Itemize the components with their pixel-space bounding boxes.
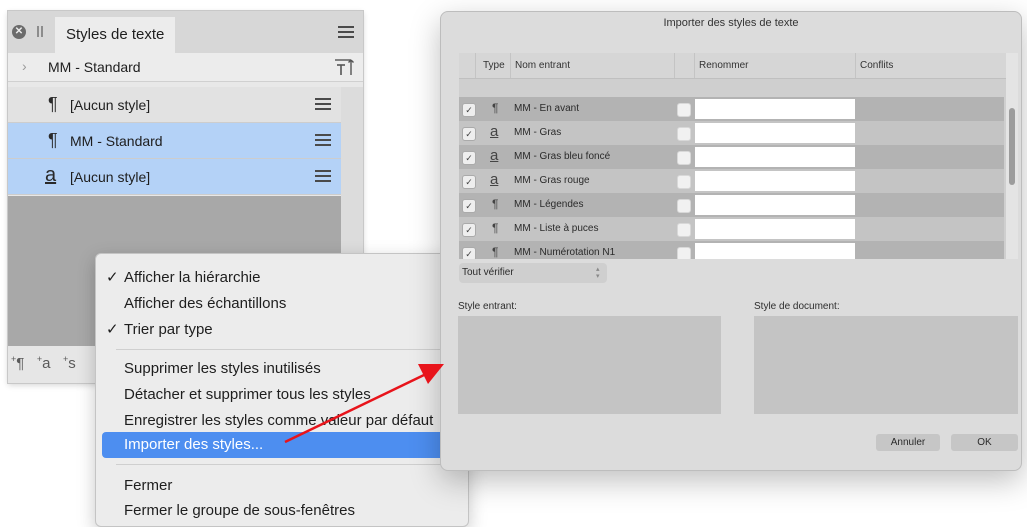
table-header: Type Nom entrant Renommer Conflits [459, 53, 1018, 79]
incoming-name: MM - Gras bleu foncé [514, 151, 611, 162]
menu-item-import-styles[interactable]: Importer des styles... [102, 432, 464, 458]
row-menu-icon[interactable] [315, 98, 331, 111]
menu-item-sort-by-type[interactable]: ✓ Trier par type [102, 317, 464, 343]
rename-checkbox[interactable] [677, 247, 691, 259]
incoming-name: MM - Numérotation N1 [514, 247, 616, 258]
incoming-style-label: Style entrant: [458, 301, 517, 312]
style-name: [Aucun style] [70, 169, 151, 185]
incoming-name: MM - Liste à puces [514, 223, 599, 234]
add-paragraph-style-icon[interactable]: +¶ [11, 354, 24, 372]
rename-checkbox[interactable] [677, 127, 691, 141]
select-checkbox[interactable]: ✓ [462, 223, 476, 237]
character-style-icon: a [45, 164, 57, 186]
column-type[interactable]: Type [483, 60, 505, 71]
list-item[interactable]: ¶ [Aucun style] [8, 87, 341, 123]
menu-item-delete-unused[interactable]: Supprimer les styles inutilisés [102, 356, 464, 382]
row-menu-icon[interactable] [315, 134, 331, 147]
table-row[interactable]: ✓ ¶ MM - Légendes [459, 193, 1004, 217]
panel-header: ✕ Styles de texte [8, 11, 363, 53]
select-checkbox[interactable]: ✓ [462, 247, 476, 259]
ok-button[interactable]: OK [951, 434, 1018, 451]
table-scrollbar[interactable] [1006, 53, 1018, 259]
scrollbar-thumb[interactable] [1009, 108, 1015, 185]
add-group-style-icon[interactable]: +s [63, 354, 76, 372]
rename-field[interactable] [695, 195, 855, 215]
rename-checkbox[interactable] [677, 223, 691, 237]
character-style-icon: a [490, 147, 499, 164]
import-styles-dialog: Importer des styles de texte Type Nom en… [440, 11, 1022, 471]
menu-divider [116, 464, 464, 465]
table-row[interactable]: ✓ ¶ MM - Numérotation N1 [459, 241, 1004, 259]
column-conflicts[interactable]: Conflits [860, 60, 893, 71]
stepper-icon: ▴ ▾ [596, 266, 600, 280]
paragraph-icon: ¶ [48, 94, 58, 114]
rename-checkbox[interactable] [677, 199, 691, 213]
rename-field[interactable] [695, 171, 855, 191]
select-checkbox[interactable]: ✓ [462, 127, 476, 141]
rename-checkbox[interactable] [677, 103, 691, 117]
text-style-icon[interactable] [331, 56, 355, 78]
rename-checkbox[interactable] [677, 175, 691, 189]
chevron-right-icon[interactable]: › [22, 58, 27, 74]
character-style-icon: a [490, 171, 499, 188]
menu-item-close[interactable]: Fermer [102, 473, 464, 499]
dialog-title: Importer des styles de texte [663, 17, 799, 29]
document-style-label: Style de document: [754, 301, 840, 312]
table-row[interactable]: ✓ a MM - Gras [459, 121, 1004, 145]
column-incoming-name[interactable]: Nom entrant [515, 60, 570, 71]
rename-field[interactable] [695, 147, 855, 167]
select-checkbox[interactable]: ✓ [462, 103, 476, 117]
column-rename[interactable]: Renommer [699, 60, 748, 71]
paragraph-icon: ¶ [492, 197, 499, 211]
rename-field[interactable] [695, 243, 855, 259]
character-style-icon: a [490, 123, 499, 140]
close-icon[interactable]: ✕ [12, 25, 26, 39]
cancel-button[interactable]: Annuler [876, 434, 940, 451]
menu-item-save-as-default[interactable]: Enregistrer les styles comme valeur par … [102, 408, 464, 434]
tab-text-styles[interactable]: Styles de texte [55, 17, 176, 53]
paragraph-icon: ¶ [492, 101, 499, 115]
incoming-name: MM - Légendes [514, 199, 584, 210]
style-list: ¶ [Aucun style] ¶ MM - Standard a [Aucun… [8, 87, 341, 197]
select-checkbox[interactable]: ✓ [462, 175, 476, 189]
incoming-style-preview [458, 316, 721, 414]
checkmark-icon: ✓ [106, 321, 119, 338]
checkmark-icon: ✓ [106, 269, 119, 286]
menu-item-show-samples[interactable]: Afficher des échantillons [102, 291, 464, 317]
menu-divider [116, 349, 464, 350]
menu-item-close-group[interactable]: Fermer le groupe de sous-fenêtres [102, 498, 464, 524]
menu-item-show-hierarchy[interactable]: ✓ Afficher la hiérarchie [102, 265, 464, 291]
incoming-name: MM - Gras rouge [514, 175, 590, 186]
context-menu: ✓ Afficher la hiérarchie Afficher des éc… [95, 253, 469, 527]
select-checkbox[interactable]: ✓ [462, 151, 476, 165]
rename-checkbox[interactable] [677, 151, 691, 165]
paragraph-icon: ¶ [492, 221, 499, 235]
select-checkbox[interactable]: ✓ [462, 199, 476, 213]
paragraph-icon: ¶ [492, 245, 499, 259]
row-menu-icon[interactable] [315, 170, 331, 183]
rename-field[interactable] [695, 219, 855, 239]
list-item[interactable]: a [Aucun style] [8, 159, 341, 195]
paragraph-icon: ¶ [48, 130, 58, 150]
table-row[interactable]: ✓ ¶ MM - En avant [459, 97, 1004, 121]
breadcrumb-label[interactable]: MM - Standard [48, 59, 141, 75]
style-name: [Aucun style] [70, 97, 151, 113]
menu-item-detach-delete-all[interactable]: Détacher et supprimer tous les styles [102, 382, 464, 408]
table-row[interactable]: ✓ ¶ MM - Liste à puces [459, 217, 1004, 241]
table-row[interactable]: ✓ a MM - Gras rouge [459, 169, 1004, 193]
incoming-name: MM - En avant [514, 103, 580, 114]
incoming-name: MM - Gras [514, 127, 562, 138]
styles-table: Type Nom entrant Renommer Conflits ✓ ¶ M… [459, 53, 1018, 259]
panel-menu-icon[interactable] [338, 26, 354, 39]
document-style-preview [754, 316, 1018, 414]
rename-field[interactable] [695, 123, 855, 143]
add-character-style-icon[interactable]: +a [37, 354, 51, 372]
style-name: MM - Standard [70, 133, 163, 149]
table-row[interactable]: ✓ a MM - Gras bleu foncé [459, 145, 1004, 169]
check-all-select[interactable]: Tout vérifier ▴ ▾ [459, 263, 607, 283]
list-item[interactable]: ¶ MM - Standard [8, 123, 341, 159]
breadcrumb: › MM - Standard [8, 53, 363, 82]
rename-field[interactable] [695, 99, 855, 119]
drag-handle-icon[interactable] [37, 25, 43, 39]
